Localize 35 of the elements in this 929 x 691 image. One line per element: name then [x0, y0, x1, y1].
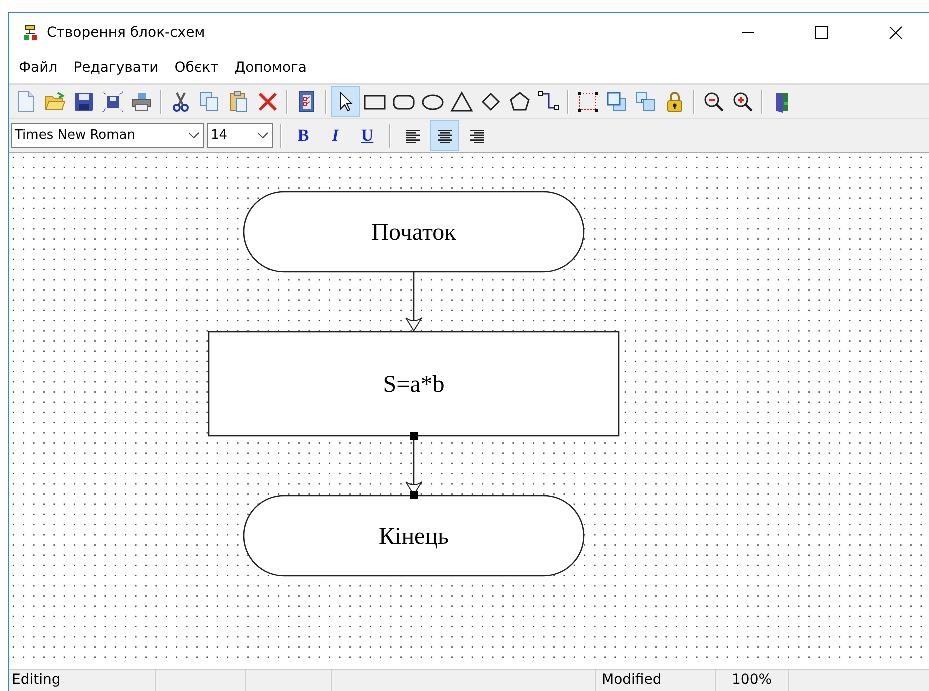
overlapping-squares-icon: [634, 90, 658, 114]
connector-icon: [536, 90, 560, 114]
copy-icon: [198, 90, 222, 114]
align-center-button[interactable]: [430, 120, 459, 151]
align-center-icon: [436, 128, 454, 144]
pentagon-icon: [508, 90, 532, 114]
overlapping-squares-icon: [604, 90, 628, 114]
folder-icon: [42, 90, 66, 114]
font-dropdown[interactable]: Times New Roman: [11, 123, 204, 148]
block-text: S=a*b: [383, 372, 445, 398]
align-right-icon: [468, 128, 486, 144]
caret-icon: [188, 132, 200, 140]
triangle-icon: [450, 90, 474, 114]
floppy-frame-icon: [100, 90, 124, 114]
status-zoom: 100%: [716, 670, 789, 691]
maximize-icon: [815, 26, 829, 40]
status-mode: Editing: [9, 670, 156, 691]
size-dropdown[interactable]: 14: [207, 123, 273, 148]
app-icon: [23, 25, 39, 41]
menu-item[interactable]: Допомога: [226, 57, 315, 79]
block-text: Початок: [372, 220, 456, 246]
close-icon: [889, 26, 903, 40]
selection-frame-icon: [576, 90, 600, 114]
bold-button[interactable]: B: [289, 120, 318, 151]
menu-item[interactable]: Редагувати: [66, 57, 167, 79]
caret-icon: [257, 132, 269, 140]
status-state: Modified: [596, 670, 716, 691]
window-title: Створення блок-схем: [47, 25, 206, 41]
underline-button[interactable]: U: [353, 120, 382, 151]
block-text: Кінець: [379, 524, 449, 550]
menu-item[interactable]: Обєкт: [166, 57, 227, 79]
menu-item[interactable]: Файл: [11, 57, 66, 79]
align-left-icon: [404, 128, 422, 144]
italic-button[interactable]: I: [321, 120, 350, 151]
pointer-tool[interactable]: [331, 86, 360, 117]
